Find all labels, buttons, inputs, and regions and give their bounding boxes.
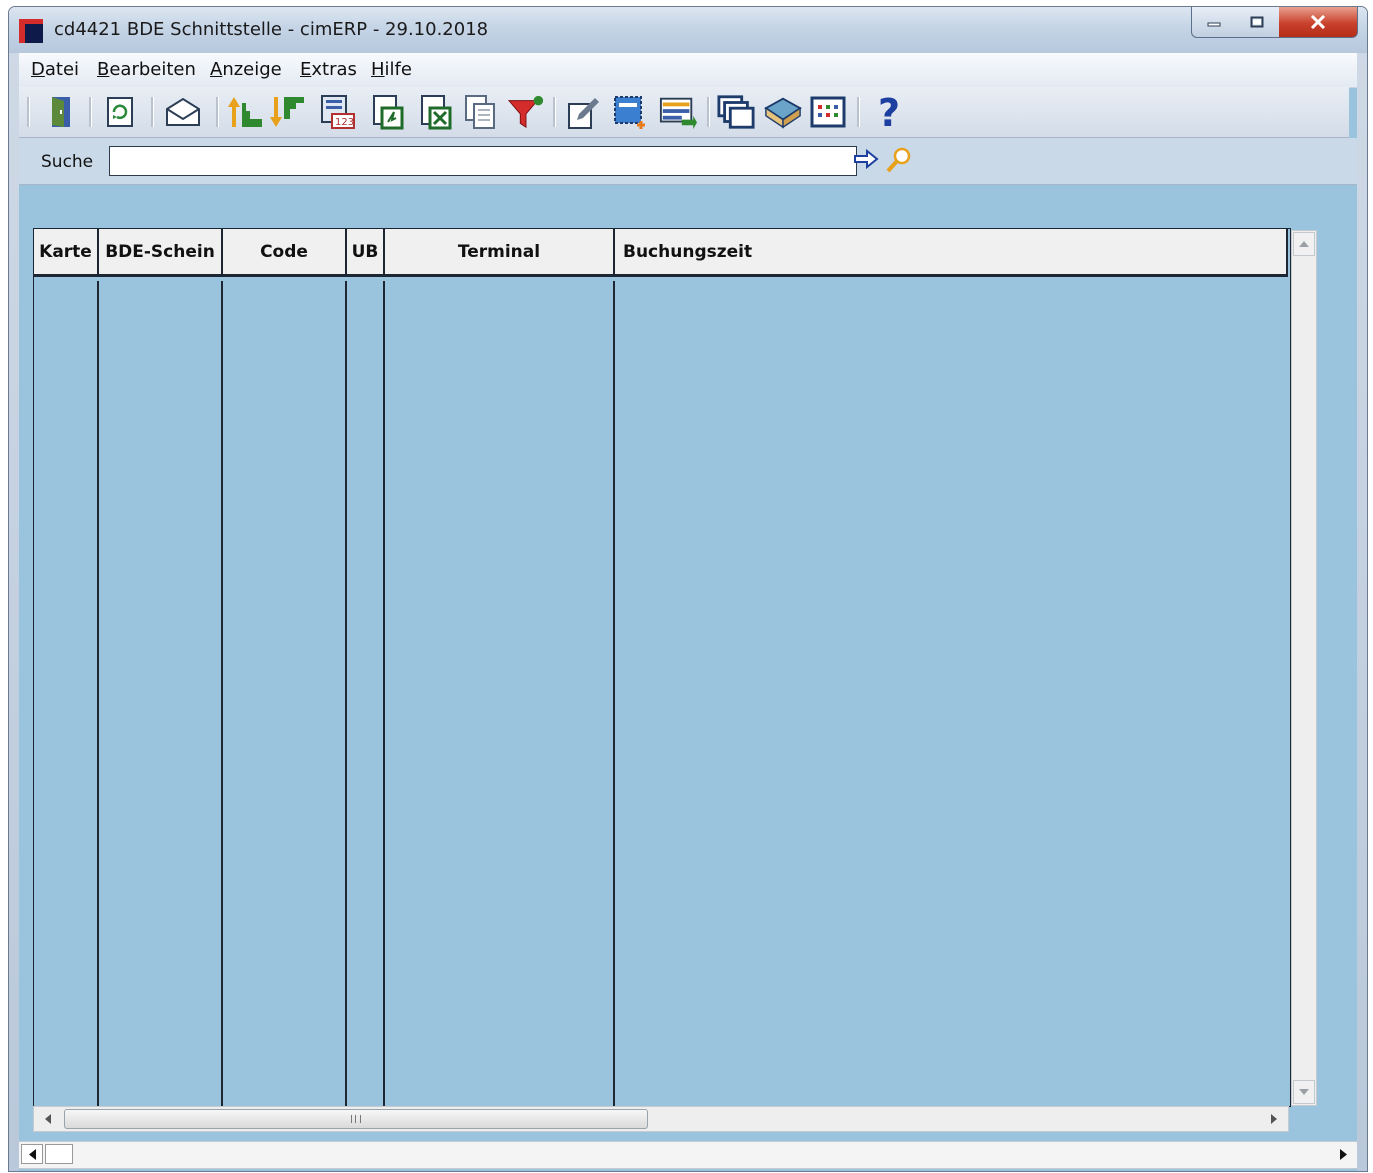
app-logo-icon bbox=[19, 19, 43, 43]
scroll-down-button[interactable] bbox=[1293, 1080, 1315, 1104]
column-divider bbox=[613, 281, 615, 1106]
window-horizontal-scrollbar[interactable] bbox=[19, 1141, 1357, 1169]
export-excel-button[interactable] bbox=[417, 93, 455, 131]
copy-icon bbox=[465, 95, 495, 129]
help-button[interactable]: ? bbox=[871, 92, 909, 132]
toolbar-separator bbox=[707, 97, 710, 127]
minimize-icon bbox=[1207, 22, 1221, 27]
window-scroll-thumb[interactable] bbox=[45, 1144, 73, 1164]
toolbar-separator bbox=[89, 97, 92, 127]
toolbar-separator bbox=[27, 97, 30, 127]
sort-ascending-button[interactable] bbox=[226, 93, 264, 131]
toolbar-separator bbox=[216, 97, 219, 127]
search-input[interactable] bbox=[109, 146, 857, 176]
data-grid[interactable]: Karte BDE-Schein Code UB Terminal Buchun… bbox=[33, 228, 1291, 1107]
client-area: Datei Bearbeiten Anzeige Extras Hilfe 12… bbox=[19, 53, 1357, 1171]
export-document-button[interactable] bbox=[369, 93, 407, 131]
scroll-right-button[interactable] bbox=[1262, 1108, 1286, 1130]
window-scroll-right-button[interactable] bbox=[1333, 1144, 1353, 1164]
column-divider bbox=[383, 281, 385, 1106]
search-bar: Suche bbox=[19, 138, 1357, 185]
title-bar[interactable]: cd4421 BDE Schnittstelle - cimERP - 29.1… bbox=[9, 7, 1367, 53]
horizontal-scrollbar[interactable] bbox=[33, 1106, 1289, 1132]
toolbar-separator bbox=[553, 97, 556, 127]
window-title: cd4421 BDE Schnittstelle - cimERP - 29.1… bbox=[54, 19, 489, 40]
exit-button[interactable] bbox=[41, 93, 79, 131]
export-document-icon bbox=[373, 95, 404, 130]
book-icon bbox=[764, 97, 802, 129]
column-header-terminal[interactable]: Terminal bbox=[385, 229, 615, 277]
close-icon bbox=[1310, 15, 1326, 29]
menu-bar: Datei Bearbeiten Anzeige Extras Hilfe bbox=[19, 53, 1357, 88]
arrow-left-icon bbox=[45, 1114, 51, 1124]
arrow-right-small-icon bbox=[1271, 1114, 1277, 1124]
grid-header: Karte BDE-Schein Code UB Terminal Buchun… bbox=[34, 229, 1290, 281]
arrow-right-icon[interactable] bbox=[853, 148, 879, 170]
menu-anzeige[interactable]: Anzeige bbox=[210, 59, 282, 80]
arrow-up-icon bbox=[1299, 241, 1309, 247]
insert-list-icon bbox=[659, 97, 697, 130]
number-format-icon: 123 bbox=[321, 95, 355, 129]
sort-ascending-icon bbox=[228, 97, 262, 127]
column-divider bbox=[221, 281, 223, 1106]
edit-button[interactable] bbox=[564, 93, 602, 131]
new-record-icon bbox=[614, 96, 645, 129]
window-scroll-left-button[interactable] bbox=[21, 1144, 43, 1164]
grip-icon bbox=[351, 1115, 361, 1123]
search-label: Suche bbox=[41, 152, 94, 172]
horizontal-scroll-thumb[interactable] bbox=[64, 1109, 648, 1129]
arrow-left-icon bbox=[28, 1148, 36, 1160]
app-window: cd4421 BDE Schnittstelle - cimERP - 29.1… bbox=[8, 6, 1368, 1172]
column-divider bbox=[97, 281, 99, 1106]
windows-icon bbox=[717, 95, 755, 129]
close-button[interactable] bbox=[1279, 7, 1358, 38]
insert-list-button[interactable] bbox=[659, 93, 697, 131]
windows-button[interactable] bbox=[717, 93, 755, 131]
svg-text:123: 123 bbox=[335, 117, 354, 128]
grid-view-button[interactable] bbox=[809, 93, 847, 131]
minimize-button[interactable] bbox=[1191, 7, 1237, 38]
number-format-button[interactable]: 123 bbox=[319, 93, 357, 131]
mail-icon bbox=[166, 97, 200, 126]
sort-descending-icon bbox=[270, 97, 304, 127]
menu-datei[interactable]: Datei bbox=[31, 59, 79, 80]
column-header-buchungszeit[interactable]: Buchungszeit bbox=[615, 229, 1288, 277]
arrow-down-icon bbox=[1299, 1089, 1309, 1095]
toolbar: 123 ? bbox=[19, 87, 1349, 138]
toolbar-separator bbox=[151, 97, 154, 127]
refresh-button[interactable] bbox=[101, 93, 139, 131]
mail-button[interactable] bbox=[164, 93, 202, 131]
column-header-ub[interactable]: UB bbox=[347, 229, 385, 277]
column-divider bbox=[345, 281, 347, 1106]
edit-icon bbox=[568, 98, 599, 129]
column-header-code[interactable]: Code bbox=[223, 229, 347, 277]
sort-descending-button[interactable] bbox=[268, 93, 306, 131]
maximize-button[interactable] bbox=[1235, 7, 1280, 38]
toolbar-separator bbox=[857, 97, 860, 127]
magnifier-icon[interactable] bbox=[885, 146, 913, 174]
exit-icon bbox=[52, 97, 70, 127]
filter-button[interactable] bbox=[507, 93, 545, 131]
column-header-bde-schein[interactable]: BDE-Schein bbox=[99, 229, 223, 277]
menu-extras[interactable]: Extras bbox=[300, 59, 357, 80]
menu-hilfe[interactable]: Hilfe bbox=[371, 59, 412, 80]
grid-view-icon bbox=[810, 96, 846, 128]
help-icon: ? bbox=[878, 92, 900, 132]
filter-icon bbox=[507, 95, 544, 129]
export-excel-icon bbox=[421, 95, 452, 130]
book-button[interactable] bbox=[764, 93, 802, 131]
refresh-icon bbox=[107, 97, 133, 127]
scroll-left-button[interactable] bbox=[36, 1108, 60, 1130]
new-record-button[interactable] bbox=[611, 93, 649, 131]
arrow-right-small-icon bbox=[1339, 1148, 1347, 1160]
svg-text:?: ? bbox=[878, 92, 900, 132]
copy-button[interactable] bbox=[461, 93, 499, 131]
column-header-karte[interactable]: Karte bbox=[34, 229, 99, 277]
scroll-up-button[interactable] bbox=[1293, 232, 1315, 256]
maximize-icon bbox=[1250, 16, 1264, 28]
vertical-scrollbar[interactable] bbox=[1291, 230, 1317, 1106]
menu-bearbeiten[interactable]: Bearbeiten bbox=[97, 59, 196, 80]
